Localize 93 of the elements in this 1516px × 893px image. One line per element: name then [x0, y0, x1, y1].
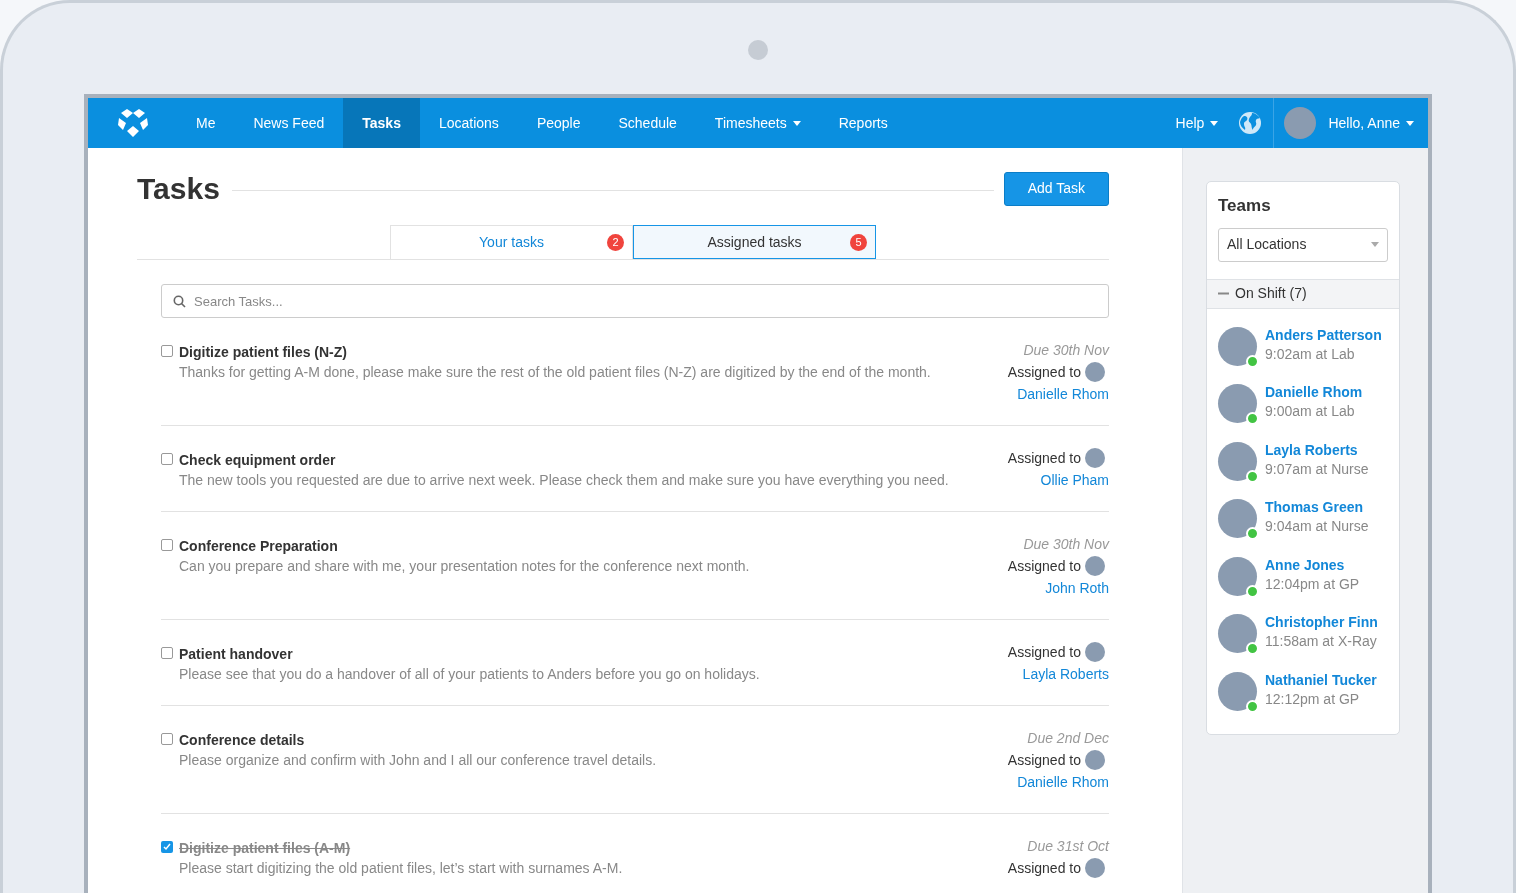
avatar — [1085, 448, 1105, 468]
avatar — [1218, 384, 1257, 424]
task-checkbox[interactable] — [161, 345, 173, 357]
assigned-label: Assigned to — [1007, 363, 1081, 382]
avatar — [1218, 326, 1257, 366]
logo-icon — [117, 108, 149, 138]
tab[interactable]: Assigned tasks 5 — [633, 225, 876, 259]
count-badge: 5 — [850, 234, 867, 251]
task-description: Please organize and confirm with John and I all our conference travel details. — [179, 751, 658, 770]
avatar — [1284, 107, 1317, 139]
person-link[interactable]: Danielle Rhom — [1265, 382, 1363, 403]
due-date: Due 30th Nov — [1022, 341, 1109, 360]
avatar — [1085, 858, 1105, 878]
location-select[interactable]: All Locations — [1218, 227, 1388, 262]
search-field[interactable]: Search Tasks... — [161, 284, 1109, 318]
user-menu[interactable]: Hello, Anne — [1328, 98, 1428, 148]
card-title: Teams — [1218, 195, 1272, 217]
online-status-icon — [1246, 527, 1259, 541]
task-title: Digitize patient files (N-Z) — [179, 343, 348, 362]
avatar — [1085, 556, 1105, 576]
person-shift: 9:04am at Nurse — [1265, 517, 1369, 537]
online-status-icon — [1246, 412, 1259, 426]
nav-tab[interactable]: News Feed — [234, 98, 344, 148]
caret-icon — [1210, 120, 1219, 126]
person-link[interactable]: Anne Jones — [1265, 554, 1360, 575]
assignee-link[interactable]: Danielle Rhom — [1017, 771, 1109, 793]
caret-icon — [1406, 120, 1414, 126]
avatar — [1218, 499, 1257, 539]
person-link[interactable]: Thomas Green — [1265, 497, 1369, 518]
avatar — [1218, 614, 1257, 654]
task-checkbox[interactable] — [161, 453, 173, 465]
person-link[interactable]: Layla Roberts — [1265, 439, 1369, 460]
tab[interactable]: Your tasks 2 — [390, 225, 633, 259]
avatar — [1218, 556, 1257, 596]
person-shift: 12:04pm at GP — [1265, 574, 1360, 594]
add-task-button[interactable]: Add Task — [1003, 171, 1109, 206]
assignee-link[interactable]: Layla Roberts — [1022, 663, 1109, 685]
task-title: Conference Preparation — [179, 537, 339, 556]
person-shift: 11:58am at X-Ray — [1265, 632, 1378, 652]
caret-icon — [1371, 242, 1379, 247]
nav-tab[interactable]: Timesheets — [695, 98, 820, 148]
person-shift: 9:00am at Lab — [1265, 402, 1356, 422]
person-link[interactable]: Nathaniel Tucker — [1265, 670, 1377, 691]
task-description: Can you prepare and share with me, your presentation notes for the conference next month. — [179, 557, 751, 576]
due-date: Due 30th Nov — [1022, 535, 1109, 554]
task-checkbox[interactable] — [161, 647, 173, 659]
avatar — [1218, 441, 1257, 481]
task-checkbox[interactable] — [161, 539, 173, 551]
task-checkbox[interactable] — [161, 841, 173, 853]
camera-icon — [748, 40, 768, 60]
search-icon — [173, 295, 186, 308]
assigned-label: Assigned to — [1007, 859, 1081, 878]
person-shift: 9:02am at Lab — [1265, 344, 1356, 364]
task-title: Digitize patient files (A-M) — [179, 839, 352, 858]
group-header[interactable]: On Shift (7) — [1207, 278, 1399, 309]
assignee-link[interactable]: Danielle Rhom — [1017, 383, 1109, 405]
nav-tab[interactable]: People — [517, 98, 600, 148]
task-description: The new tools you requested are due to arrive next week. Please check them and make sure you have everything you need. — [179, 471, 950, 490]
task-description: Thanks for getting A-M done, please make sure the rest of the old patient files (N-Z) are digitized by the end of the month. — [179, 363, 932, 382]
person-shift: 9:07am at Nurse — [1265, 459, 1369, 479]
page-title: Tasks — [137, 171, 221, 207]
nav-tab[interactable]: Me — [177, 98, 235, 148]
online-status-icon — [1246, 700, 1259, 714]
nav-tab[interactable]: Tasks — [343, 98, 420, 148]
due-date: Due 2nd Dec — [1026, 729, 1109, 748]
assigned-label: Assigned to — [1007, 643, 1081, 662]
count-badge: 2 — [607, 234, 624, 251]
nav-tab[interactable]: Schedule — [599, 98, 696, 148]
globe-icon[interactable] — [1238, 111, 1263, 135]
assigned-label: Assigned to — [1007, 751, 1081, 770]
avatar — [1085, 362, 1105, 382]
task-description: Please start digitizing the old patient files, let’s start with surnames A-M. — [179, 859, 624, 878]
online-status-icon — [1246, 642, 1259, 656]
person-link[interactable]: Anders Patterson — [1265, 324, 1382, 345]
task-title: Patient handover — [179, 645, 294, 664]
nav-tab[interactable]: Locations — [419, 98, 518, 148]
task-description: Please see that you do a handover of all of your patients to Anders before you go on holidays. — [179, 665, 761, 684]
avatar — [1218, 672, 1257, 712]
nav-tab[interactable]: Reports — [819, 98, 907, 148]
person-link[interactable]: Christopher Finn — [1265, 612, 1378, 633]
help-menu[interactable]: Help — [1165, 98, 1229, 148]
assigned-label: Assigned to — [1007, 557, 1081, 576]
avatar — [1085, 642, 1105, 662]
task-title: Conference details — [179, 731, 306, 750]
task-title: Check equipment order — [179, 451, 337, 470]
avatar — [1085, 750, 1105, 770]
check-icon — [163, 843, 171, 851]
person-shift: 12:12pm at GP — [1265, 690, 1361, 710]
due-date: Due 31st Oct — [1026, 837, 1109, 856]
assignee-link[interactable]: John Roth — [1045, 577, 1109, 599]
assignee-link[interactable]: Ollie Pham — [1040, 469, 1109, 491]
task-checkbox[interactable] — [161, 733, 173, 745]
assigned-label: Assigned to — [1007, 449, 1081, 468]
